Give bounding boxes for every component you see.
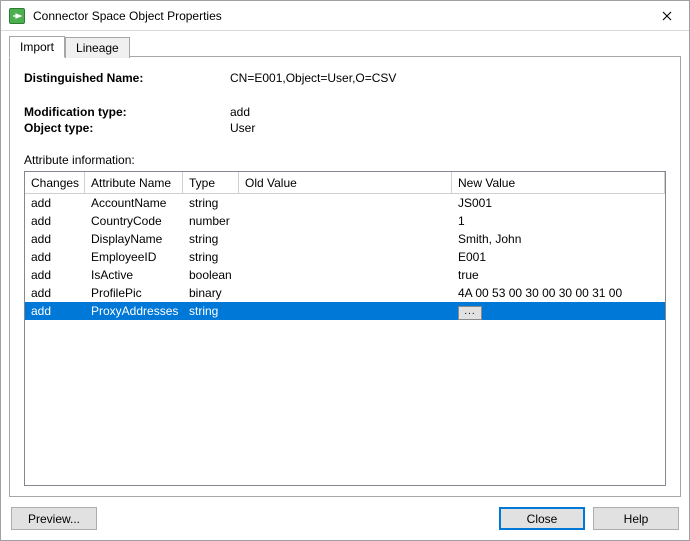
table-row[interactable]: addEmployeeIDstring E001	[25, 248, 665, 266]
cell-new-value: E001	[452, 249, 665, 265]
cell-new-value: 1	[452, 213, 665, 229]
close-button[interactable]: Close	[499, 507, 585, 530]
cell-new-value: Smith, John	[452, 231, 665, 247]
cell-type: string	[183, 303, 239, 319]
cell-changes: add	[25, 267, 85, 283]
value-distinguished-name: CN=E001,Object=User,O=CSV	[230, 71, 666, 85]
cell-type: string	[183, 249, 239, 265]
table-row[interactable]: addCountryCodenumber 1	[25, 212, 665, 230]
titlebar: Connector Space Object Properties	[1, 1, 689, 31]
tab-panel-import: Distinguished Name: CN=E001,Object=User,…	[9, 56, 681, 497]
cell-new-value: JS001	[452, 195, 665, 211]
cell-changes: add	[25, 213, 85, 229]
cell-old-value	[239, 202, 452, 204]
col-header-attribute[interactable]: Attribute Name	[85, 172, 183, 193]
grid-header: Changes Attribute Name Type Old Value Ne…	[25, 172, 665, 194]
cell-changes: add	[25, 249, 85, 265]
cell-new-value: ...	[452, 302, 665, 321]
cell-type: string	[183, 231, 239, 247]
cell-changes: add	[25, 285, 85, 301]
table-row[interactable]: addIsActiveboolean true	[25, 266, 665, 284]
ellipsis-button[interactable]: ...	[458, 306, 482, 320]
table-row[interactable]: addDisplayNamestring Smith, John	[25, 230, 665, 248]
cell-type: binary	[183, 285, 239, 301]
cell-old-value	[239, 292, 452, 294]
dialog-window: Connector Space Object Properties Import…	[0, 0, 690, 541]
col-header-changes[interactable]: Changes	[25, 172, 85, 193]
cell-type: string	[183, 195, 239, 211]
label-distinguished-name: Distinguished Name:	[24, 71, 230, 85]
row-object-type: Object type: User	[24, 121, 666, 135]
tabstrip: Import Lineage	[9, 35, 681, 57]
value-object-type: User	[230, 121, 666, 135]
label-modification-type: Modification type:	[24, 105, 230, 119]
cell-old-value	[239, 274, 452, 276]
table-row[interactable]: addProfilePicbinary 4A 00 53 00 30 00 30 …	[25, 284, 665, 302]
cell-old-value	[239, 220, 452, 222]
cell-attribute: IsActive	[85, 267, 183, 283]
section-label-attributes: Attribute information:	[24, 153, 666, 167]
col-header-type[interactable]: Type	[183, 172, 239, 193]
button-bar: Preview... Close Help	[9, 497, 681, 532]
row-distinguished-name: Distinguished Name: CN=E001,Object=User,…	[24, 71, 666, 85]
cell-attribute: ProfilePic	[85, 285, 183, 301]
content-area: Import Lineage Distinguished Name: CN=E0…	[1, 31, 689, 540]
attribute-grid[interactable]: Changes Attribute Name Type Old Value Ne…	[24, 171, 666, 486]
cell-attribute: DisplayName	[85, 231, 183, 247]
cell-attribute: ProxyAddresses	[85, 303, 183, 319]
cell-old-value	[239, 256, 452, 258]
label-object-type: Object type:	[24, 121, 230, 135]
cell-attribute: CountryCode	[85, 213, 183, 229]
cell-new-value: true	[452, 267, 665, 283]
value-modification-type: add	[230, 105, 666, 119]
tab-lineage[interactable]: Lineage	[65, 37, 130, 58]
cell-type: boolean	[183, 267, 239, 283]
row-modification-type: Modification type: add	[24, 105, 666, 119]
preview-button[interactable]: Preview...	[11, 507, 97, 530]
cell-changes: add	[25, 231, 85, 247]
cell-attribute: AccountName	[85, 195, 183, 211]
col-header-new-value[interactable]: New Value	[452, 172, 665, 193]
cell-changes: add	[25, 195, 85, 211]
cell-old-value	[239, 238, 452, 240]
close-icon[interactable]	[644, 1, 689, 31]
cell-type: number	[183, 213, 239, 229]
tab-import[interactable]: Import	[9, 36, 65, 58]
cell-attribute: EmployeeID	[85, 249, 183, 265]
grid-body: addAccountNamestringJS001addCountryCoden…	[25, 194, 665, 485]
app-icon	[9, 8, 25, 24]
cell-old-value	[239, 310, 452, 312]
table-row[interactable]: addAccountNamestring JS001	[25, 194, 665, 212]
help-button[interactable]: Help	[593, 507, 679, 530]
col-header-old-value[interactable]: Old Value	[239, 172, 452, 193]
table-row[interactable]: addProxyAddressesstring...	[25, 302, 665, 320]
window-title: Connector Space Object Properties	[33, 9, 644, 23]
cell-changes: add	[25, 303, 85, 319]
cell-new-value: 4A 00 53 00 30 00 30 00 31 00	[452, 285, 665, 301]
